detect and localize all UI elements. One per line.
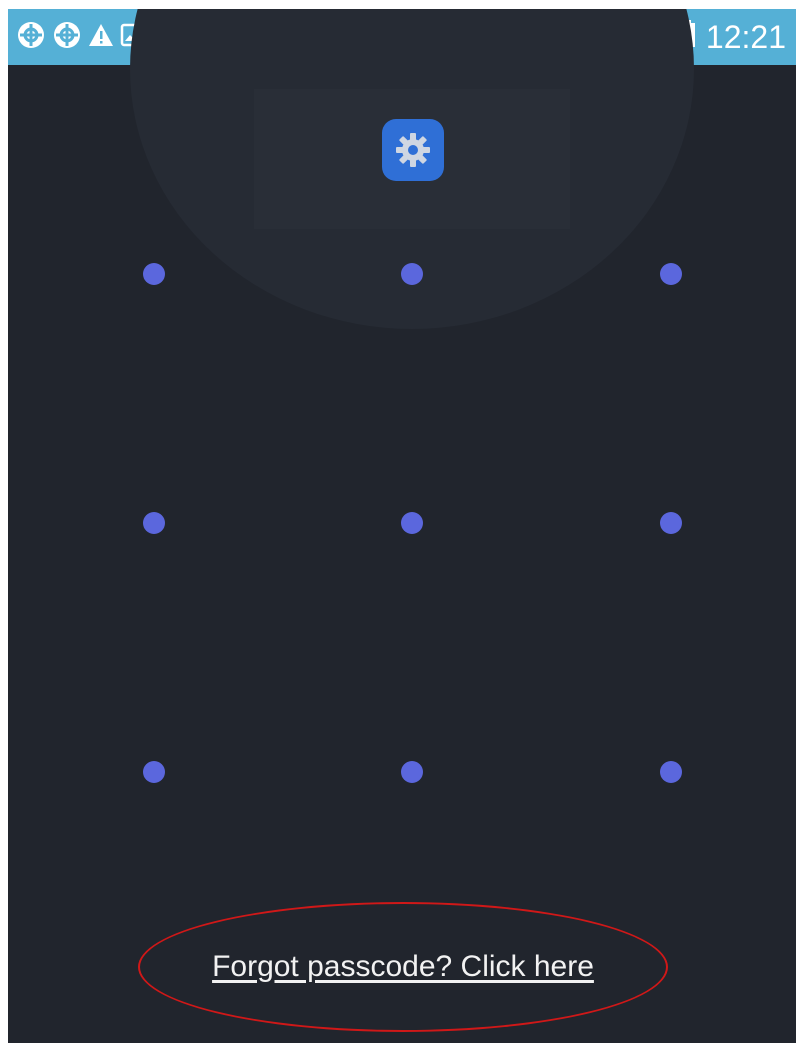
pattern-dot-2[interactable] xyxy=(401,263,423,285)
forgot-passcode-link[interactable]: Forgot passcode? Click here xyxy=(138,902,668,1032)
clock-time: 12:21 xyxy=(705,18,786,55)
phone-screen: 12:21 Forgot passcode? Click here xyxy=(8,9,796,1043)
pattern-dot-6[interactable] xyxy=(660,512,682,534)
pattern-dot-9[interactable] xyxy=(660,761,682,783)
crosshair-circle-icon xyxy=(16,20,46,55)
pattern-dot-7[interactable] xyxy=(143,761,165,783)
pattern-dot-1[interactable] xyxy=(143,263,165,285)
pattern-dot-8[interactable] xyxy=(401,761,423,783)
pattern-dot-3[interactable] xyxy=(660,263,682,285)
warning-icon xyxy=(88,22,114,53)
pattern-dot-5[interactable] xyxy=(401,512,423,534)
crosshair-circle-icon xyxy=(52,20,82,55)
settings-gear-icon xyxy=(382,119,444,181)
pattern-dot-4[interactable] xyxy=(143,512,165,534)
forgot-passcode-area: Forgot passcode? Click here xyxy=(138,902,668,1032)
